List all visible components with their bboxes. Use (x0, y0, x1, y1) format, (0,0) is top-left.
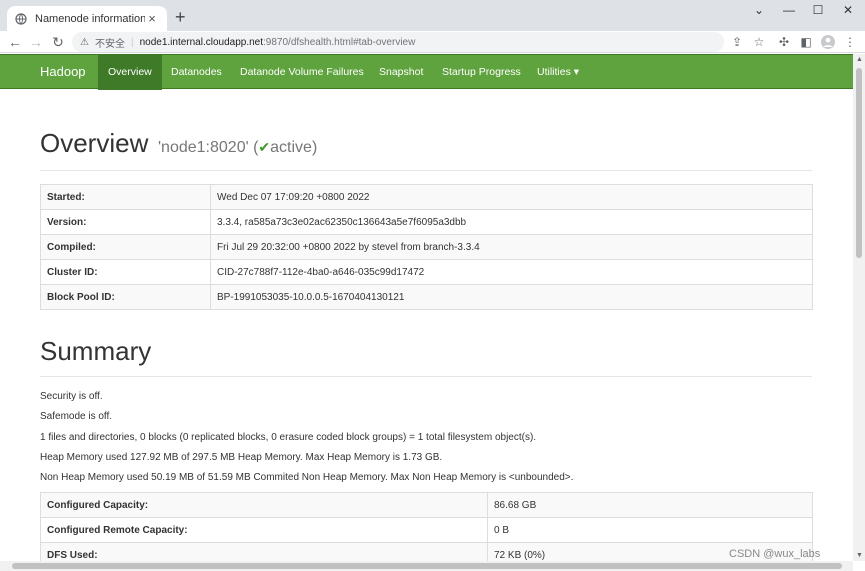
row-key: Cluster ID: (40, 259, 211, 285)
close-tab-icon[interactable]: × (145, 11, 159, 26)
table-row: Configured Capacity: 86.68 GB (40, 492, 813, 518)
minimize-icon[interactable]: — (779, 3, 799, 17)
summary-table: Configured Capacity: 86.68 GB Configured … (40, 492, 813, 561)
check-icon: ✔ (258, 139, 271, 155)
row-key: Started: (40, 184, 211, 210)
menu-kebab-icon[interactable]: ⋮ (842, 34, 858, 50)
browser-tab[interactable]: Namenode information × (7, 6, 167, 31)
overview-heading: Overview (40, 128, 149, 158)
namenode-address: 'node1:8020' (158, 139, 249, 156)
reload-icon[interactable]: ↻ (49, 33, 67, 51)
page-viewport: Hadoop Overview Datanodes Datanode Volum… (0, 54, 853, 561)
nav-snapshot[interactable]: Snapshot (369, 55, 433, 90)
heap-memory: Heap Memory used 127.92 MB of 297.5 MB H… (40, 452, 443, 463)
brand-logo[interactable]: Hadoop (40, 64, 86, 79)
nav-utilities-dropdown[interactable]: Utilities ▾ (527, 55, 589, 90)
summary-heading: Summary (40, 336, 152, 366)
nav-datanodes[interactable]: Datanodes (161, 55, 232, 90)
row-key: Version: (40, 209, 211, 235)
share-icon[interactable]: ⇪ (729, 34, 745, 50)
row-key: Compiled: (40, 234, 211, 260)
watermark: CSDN @wux_labs (729, 548, 821, 560)
row-value: Fri Jul 29 20:32:00 +0800 2022 by stevel… (210, 234, 813, 260)
row-key: Configured Remote Capacity: (40, 517, 488, 543)
row-value: BP-1991053035-10.0.0.5-1670404130121 (210, 284, 813, 310)
url-host: node1.internal.cloudapp.net (139, 36, 264, 48)
browser-toolbar: ← → ↻ ⚠ 不安全 | node1.internal.cloudapp.ne… (0, 31, 865, 53)
row-value: CID-27c788f7-112e-4ba0-a646-035c99d17472 (210, 259, 813, 285)
globe-icon (15, 12, 27, 25)
url-path: :9870/dfshealth.html#tab-overview (263, 36, 416, 48)
scroll-down-icon[interactable]: ▼ (856, 552, 863, 559)
chevron-down-icon[interactable]: ⌄ (749, 3, 769, 17)
omnibox-divider: | (130, 36, 134, 48)
address-bar[interactable]: ⚠ 不安全 | node1.internal.cloudapp.net :987… (72, 32, 724, 52)
table-row: Started: Wed Dec 07 17:09:20 +0800 2022 (40, 184, 813, 210)
nav-startup-progress[interactable]: Startup Progress (432, 55, 531, 90)
tab-title: Namenode information (35, 12, 145, 25)
nav-datanode-volume-failures[interactable]: Datanode Volume Failures (230, 55, 374, 90)
new-tab-button[interactable]: + (175, 8, 186, 26)
row-key: DFS Used: (40, 542, 488, 561)
scroll-up-icon[interactable]: ▲ (856, 56, 863, 63)
row-value: 3.3.4, ra585a73c3e02ac62350c136643a5e7f6… (210, 209, 813, 235)
back-icon[interactable]: ← (6, 33, 24, 51)
maximize-icon[interactable]: ☐ (808, 3, 828, 17)
overview-table: Started: Wed Dec 07 17:09:20 +0800 2022 V… (40, 184, 813, 310)
namenode-state: active (270, 139, 312, 156)
safemode-status: Safemode is off. (40, 411, 113, 422)
row-key: Configured Capacity: (40, 492, 488, 518)
table-row: DFS Used: 72 KB (0%) (40, 542, 813, 561)
vertical-scrollbar[interactable]: ▲ ▼ (853, 54, 865, 561)
window-close-icon[interactable]: ✕ (838, 3, 858, 17)
row-value: 86.68 GB (487, 492, 813, 518)
table-row: Cluster ID: CID-27c788f7-112e-4ba0-a646-0… (40, 259, 813, 285)
nav-overview[interactable]: Overview (98, 55, 162, 90)
profile-icon[interactable] (820, 34, 836, 50)
horizontal-scrollbar[interactable] (0, 561, 853, 571)
table-row: Configured Remote Capacity: 0 B (40, 517, 813, 543)
non-heap-memory: Non Heap Memory used 50.19 MB of 51.59 M… (40, 472, 574, 483)
summary-divider (40, 376, 812, 377)
bookmark-star-icon[interactable]: ☆ (751, 34, 767, 50)
warning-icon: ⚠ (80, 36, 89, 48)
security-label: 不安全 (94, 38, 125, 50)
browser-tabstrip: Namenode information × + ⌄ — ☐ ✕ (0, 0, 865, 31)
scrollbar-thumb[interactable] (856, 68, 862, 258)
row-value: 0 B (487, 517, 813, 543)
scrollbar-thumb[interactable] (12, 563, 842, 569)
hadoop-navbar: Hadoop Overview Datanodes Datanode Volum… (0, 54, 853, 90)
security-status: Security is off. (40, 391, 103, 402)
overview-subtitle: 'node1:8020' (✔active) (158, 139, 318, 156)
table-row: Compiled: Fri Jul 29 20:32:00 +0800 2022 … (40, 234, 813, 260)
table-row: Block Pool ID: BP-1991053035-10.0.0.5-167… (40, 284, 813, 310)
filesystem-objects: 1 files and directories, 0 blocks (0 rep… (40, 432, 537, 443)
table-row: Version: 3.3.4, ra585a73c3e02ac62350c1366… (40, 209, 813, 235)
side-panel-icon[interactable]: ◧ (798, 34, 814, 50)
overview-divider (40, 170, 812, 171)
row-value: Wed Dec 07 17:09:20 +0800 2022 (210, 184, 813, 210)
row-key: Block Pool ID: (40, 284, 211, 310)
extensions-icon[interactable]: ✣ (776, 34, 792, 50)
forward-icon[interactable]: → (27, 33, 45, 51)
